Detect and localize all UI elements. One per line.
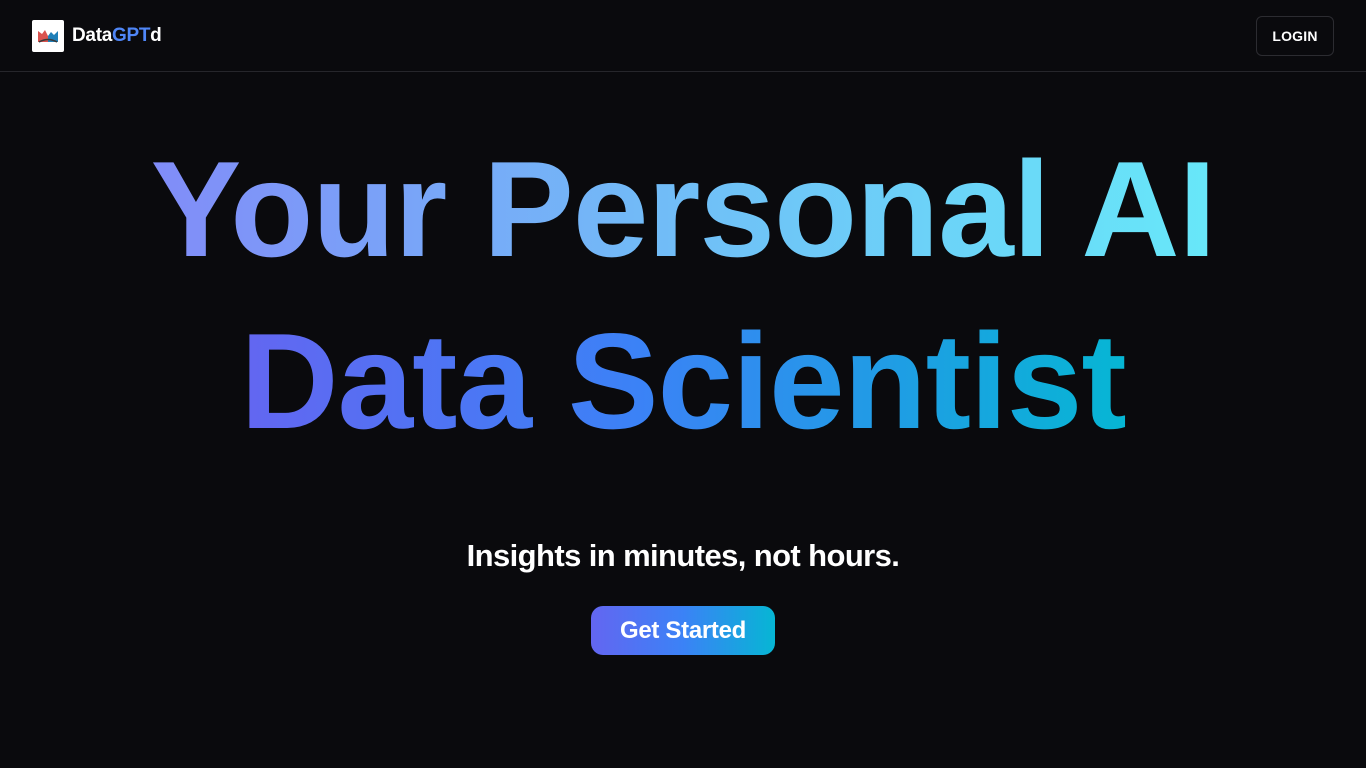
brand-name-data: Data [72,25,112,46]
hero-tagline: Insights in minutes, not hours. [466,538,900,573]
get-started-button[interactable]: Get Started [591,606,775,655]
hero-title-line-1: Your Personal AI [0,134,1366,284]
login-button[interactable]: LOGIN [1256,16,1334,56]
brand-home-link[interactable]: DataGPTd [32,20,162,52]
brand-name: DataGPTd [72,25,162,47]
hero-title-line-2: Data Scientist [0,306,1366,456]
hero-title-line-2-text: Data Scientist [240,305,1126,457]
brand-name-suffix: d [150,25,162,46]
top-nav: DataGPTd LOGIN [0,0,1366,72]
brand-name-gpt: GPT [111,25,151,46]
hero-title-line-1-text: Your Personal AI [150,133,1217,285]
chart-book-logo-icon [32,20,64,52]
